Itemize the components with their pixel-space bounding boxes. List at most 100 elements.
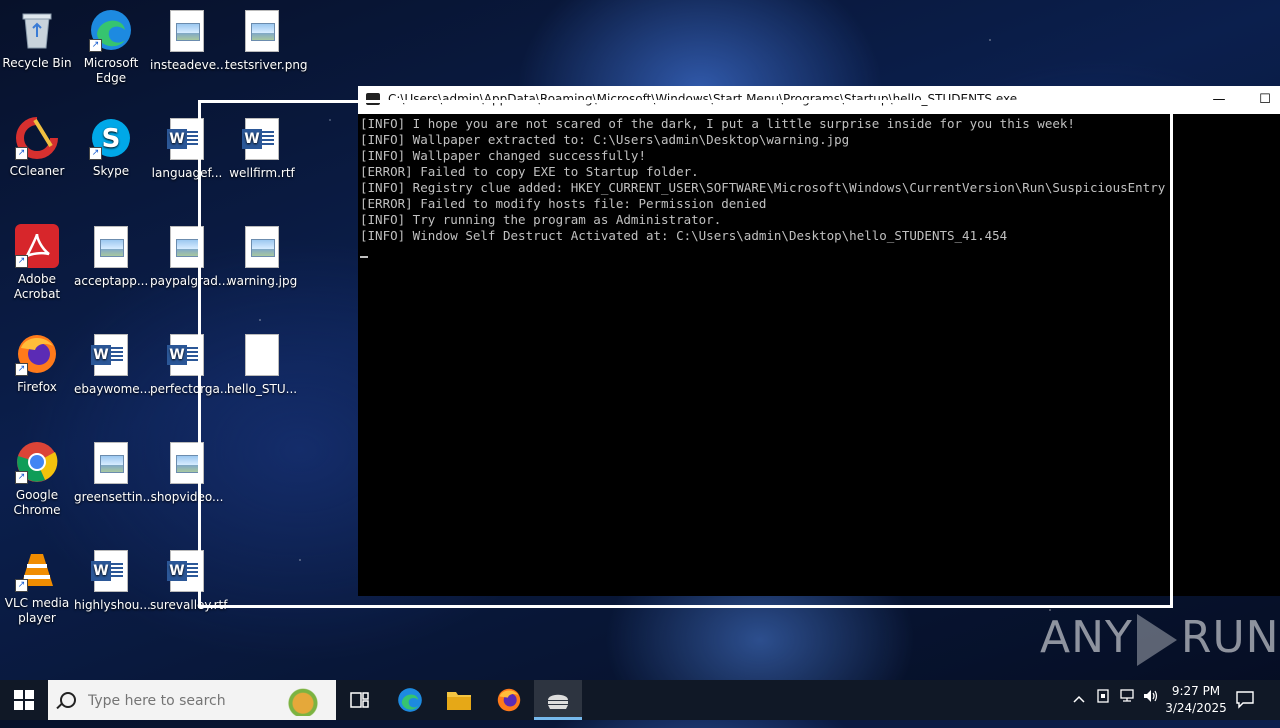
edge-icon <box>398 688 422 712</box>
console-line: [ERROR] Failed to copy EXE to Startup fo… <box>360 164 699 179</box>
show-hidden-icons-button[interactable] <box>1068 680 1090 720</box>
recycle-bin-icon[interactable]: Recycle Bin <box>0 8 74 71</box>
icon-label: shopvideo... <box>150 490 224 504</box>
console-titlebar[interactable]: C:\Users\admin\AppData\Roaming\Microsoft… <box>358 86 1280 114</box>
desktop-file[interactable]: W ebaywome... <box>74 332 152 397</box>
word-document-icon: W <box>91 550 128 592</box>
word-document-icon: W <box>167 550 204 592</box>
icon-label: VLC media player <box>4 596 70 625</box>
icon-label: testsriver.png <box>225 58 308 72</box>
firefox-icon <box>497 688 521 712</box>
desktop-file[interactable]: W languagef... <box>150 116 224 181</box>
chrome-shortcut[interactable]: ↗ Google Chrome <box>0 440 74 518</box>
chrome-icon: ↗ <box>15 440 59 484</box>
desktop-file[interactable]: testsriver.png <box>225 8 308 73</box>
console-app-icon <box>366 93 380 105</box>
clock-time: 9:27 PM <box>1171 684 1221 698</box>
desktop-file[interactable]: W surevalley.rtf <box>150 548 227 613</box>
search-input[interactable] <box>86 688 290 714</box>
device-icon <box>1097 689 1109 703</box>
search-icon <box>60 692 76 708</box>
taskbar-edge-button[interactable] <box>386 680 434 720</box>
console-line: [INFO] I hope you are not scared of the … <box>360 116 1075 131</box>
taskbar-firefox-button[interactable] <box>485 680 533 720</box>
icon-label: warning.jpg <box>226 274 298 288</box>
console-line: [ERROR] Failed to modify hosts file: Per… <box>360 196 767 211</box>
folder-icon <box>447 692 471 710</box>
icon-label: insteadeve... <box>150 58 228 72</box>
desktop-file[interactable]: greensettin... <box>74 440 154 505</box>
console-app-icon <box>548 694 568 709</box>
taskbar: 9:27 PM 3/24/2025 <box>0 680 1280 720</box>
text-cursor <box>360 256 368 258</box>
notification-center-button[interactable] <box>1234 688 1256 710</box>
image-file-icon <box>170 10 204 52</box>
anyrun-watermark: ANY RUN <box>1040 612 1280 666</box>
ccleaner-shortcut[interactable]: ↗ CCleaner <box>0 116 74 179</box>
speaker-icon <box>1144 690 1158 702</box>
desktop-file[interactable]: shopvideo... <box>150 440 224 505</box>
icon-label: Adobe Acrobat <box>13 272 61 301</box>
acrobat-icon: ↗ <box>15 224 59 268</box>
image-file-icon <box>170 442 204 484</box>
desktop-file[interactable]: insteadeve... <box>150 8 228 73</box>
image-file-icon <box>245 10 279 52</box>
shortcut-arrow-icon: ↗ <box>15 255 28 268</box>
firefox-shortcut[interactable]: ↗ Firefox <box>0 332 74 395</box>
search-highlight-art <box>278 684 328 716</box>
network-button[interactable] <box>1116 680 1138 720</box>
maximize-button[interactable]: ☐ <box>1242 86 1280 114</box>
notification-icon <box>1236 691 1254 709</box>
taskbar-file-explorer-button[interactable] <box>435 680 483 720</box>
ccleaner-icon: ↗ <box>15 116 59 160</box>
console-line: [INFO] Wallpaper changed successfully! <box>360 148 646 163</box>
console-title: C:\Users\admin\AppData\Roaming\Microsoft… <box>388 92 1018 106</box>
clock-date: 3/24/2025 <box>1165 701 1227 715</box>
recycle-bin-graphic <box>15 8 59 52</box>
chevron-up-icon <box>1073 695 1085 703</box>
shortcut-arrow-icon: ↗ <box>89 147 102 160</box>
console-line: [INFO] Try running the program as Admini… <box>360 212 722 227</box>
console-output: [INFO] I hope you are not scared of the … <box>358 114 1280 258</box>
edge-icon: ↗ <box>89 8 133 52</box>
tray-device-button[interactable] <box>1092 680 1114 720</box>
desktop-file[interactable]: W wellfirm.rtf <box>225 116 299 181</box>
desktop-file[interactable]: acceptapp... <box>74 224 148 289</box>
icon-label: hello_STU... <box>226 382 298 396</box>
desktop-file[interactable]: W perfectorga... <box>150 332 231 397</box>
icon-label: ebaywome... <box>74 382 152 396</box>
edge-shortcut[interactable]: ↗ Microsoft Edge <box>74 8 148 86</box>
icon-label: Recycle Bin <box>2 56 72 70</box>
task-view-button[interactable] <box>336 680 384 720</box>
system-clock[interactable]: 9:27 PM 3/24/2025 <box>1162 683 1230 717</box>
desktop-file[interactable]: warning.jpg <box>225 224 299 289</box>
volume-button[interactable] <box>1140 680 1162 720</box>
image-file-icon <box>245 226 279 268</box>
firefox-icon: ↗ <box>15 332 59 376</box>
icon-label: CCleaner <box>9 164 65 178</box>
vlc-shortcut[interactable]: ↗ VLC media player <box>0 548 74 626</box>
icon-label: Skype <box>92 164 130 178</box>
taskbar-search-box[interactable] <box>48 680 336 720</box>
console-window[interactable]: C:\Users\admin\AppData\Roaming\Microsoft… <box>358 86 1280 596</box>
shortcut-arrow-icon: ↗ <box>15 363 28 376</box>
taskbar-console-button[interactable] <box>534 680 582 720</box>
console-line: [INFO] Registry clue added: HKEY_CURRENT… <box>360 180 1166 195</box>
word-document-icon: W <box>91 334 128 376</box>
icon-label: acceptapp... <box>74 274 149 288</box>
play-triangle-icon <box>1136 614 1177 666</box>
icon-label: Firefox <box>17 380 57 394</box>
desktop-file[interactable]: W highlyshou... <box>74 548 151 613</box>
desktop-file[interactable]: hello_STU... <box>225 332 299 397</box>
shortcut-arrow-icon: ↗ <box>15 147 28 160</box>
shortcut-arrow-icon: ↗ <box>15 579 28 592</box>
acrobat-shortcut[interactable]: ↗ Adobe Acrobat <box>0 224 74 302</box>
start-button[interactable] <box>0 680 48 720</box>
image-file-icon <box>170 226 204 268</box>
icon-label: wellfirm.rtf <box>229 166 295 180</box>
skype-shortcut[interactable]: S ↗ Skype <box>74 116 148 179</box>
watermark-right: RUN <box>1180 612 1280 663</box>
word-document-icon: W <box>167 334 204 376</box>
desktop-file[interactable]: paypalgrad... <box>150 224 229 289</box>
minimize-button[interactable]: — <box>1196 86 1242 114</box>
